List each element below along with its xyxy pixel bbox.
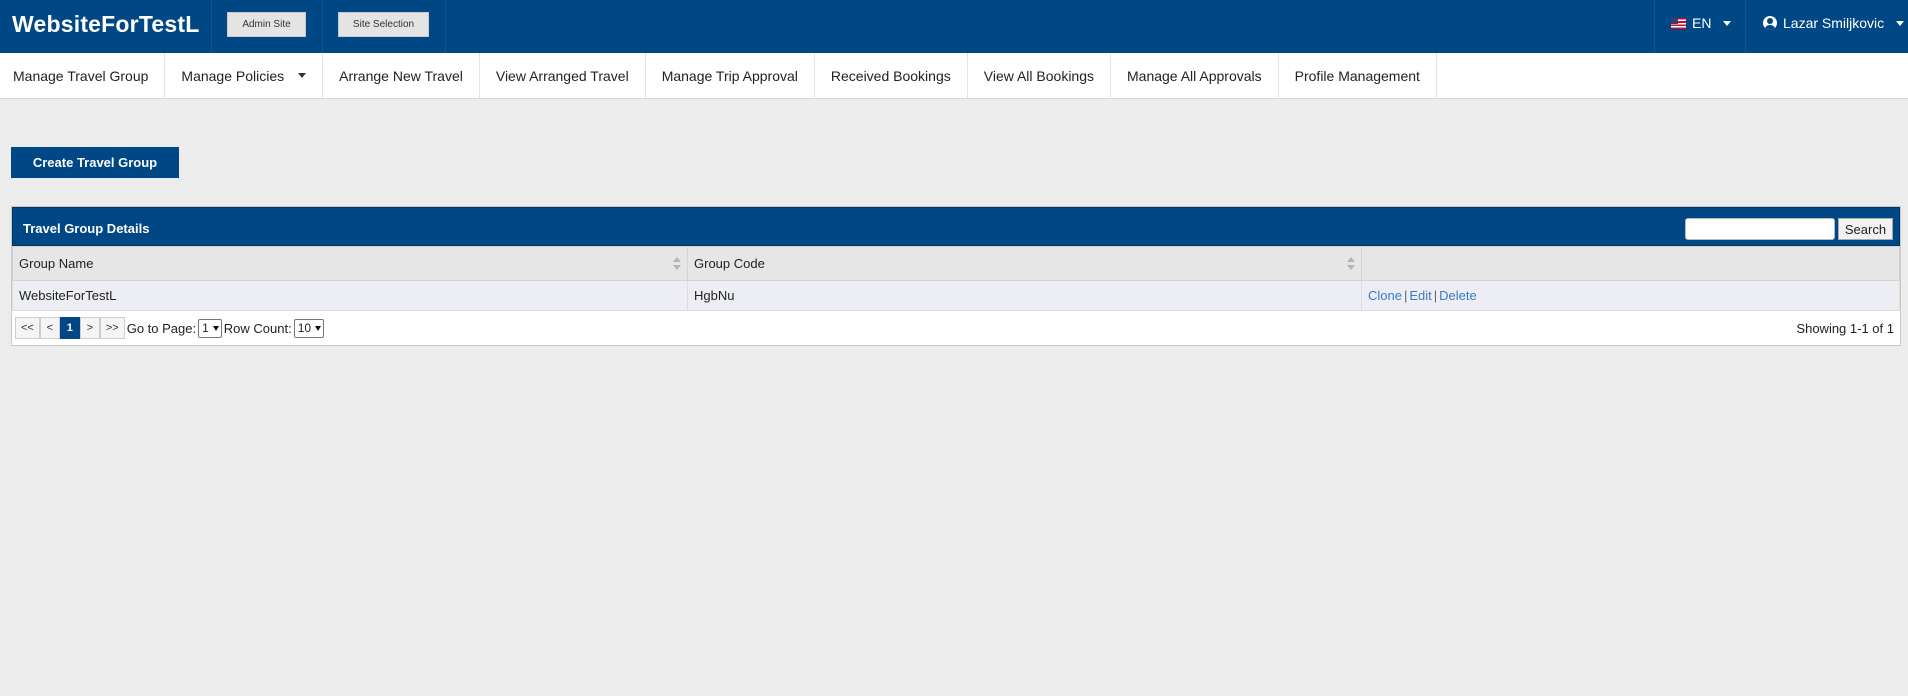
column-header-group-code[interactable]: Group Code	[687, 246, 1362, 281]
brand-title[interactable]: WebsiteForTestL	[12, 11, 199, 38]
column-header-group-name[interactable]: Group Name	[12, 246, 688, 281]
nav-item-received-bookings[interactable]: Received Bookings	[815, 53, 968, 98]
user-circle-icon	[1763, 16, 1777, 30]
nav-label: Received Bookings	[830, 67, 951, 84]
column-label: Group Name	[19, 256, 94, 271]
nav-label: Manage All Approvals	[1127, 67, 1262, 84]
pagination: << < 1 > >> Go to Page: 1 Row Count: 10	[15, 315, 326, 341]
admin-site-button[interactable]: Admin Site	[227, 12, 306, 37]
chevron-down-icon	[1896, 20, 1905, 26]
row-count-value: 10	[297, 321, 312, 335]
nav-item-manage-travel-group[interactable]: Manage Travel Group	[0, 53, 166, 98]
nav-label: Manage Policies	[181, 67, 285, 84]
nav-item-view-all-bookings[interactable]: View All Bookings	[968, 53, 1111, 98]
travel-group-table: Group Name Group Code WebsiteForTestL Hg…	[12, 246, 1900, 311]
panel-header: Travel Group Details Search	[12, 207, 1900, 246]
caret-down-icon	[298, 73, 307, 78]
nav-label: View All Bookings	[983, 67, 1094, 84]
header-divider	[1654, 0, 1655, 53]
column-label: Group Code	[694, 256, 765, 271]
nav-label: Manage Trip Approval	[661, 67, 798, 84]
nav-item-profile-management[interactable]: Profile Management	[1279, 53, 1437, 98]
site-selection-button[interactable]: Site Selection	[338, 12, 429, 37]
nav-label: Manage Travel Group	[13, 67, 149, 84]
table-row: WebsiteForTestL HgbNu Clone | Edit | Delete	[12, 280, 1900, 311]
prev-page-button[interactable]: <	[39, 317, 60, 339]
edit-link[interactable]: Edit	[1409, 288, 1431, 303]
row-count-select[interactable]: 10	[293, 318, 325, 338]
header-divider	[322, 0, 323, 53]
sort-icon[interactable]	[1347, 257, 1355, 271]
header-divider	[445, 0, 446, 53]
page-select-value: 1	[202, 321, 209, 335]
showing-count: Showing 1-1 of 1	[1796, 321, 1894, 336]
cell-group-code: HgbNu	[687, 280, 1362, 311]
chevron-down-icon	[212, 325, 219, 331]
panel-title: Travel Group Details	[23, 221, 150, 236]
page-1-button[interactable]: 1	[59, 317, 80, 339]
nav-item-manage-policies[interactable]: Manage Policies	[165, 53, 324, 98]
header-divider	[211, 0, 212, 53]
go-to-page-label: Go to Page:	[126, 320, 197, 336]
last-page-button[interactable]: >>	[99, 317, 125, 339]
nav-item-manage-trip-approval[interactable]: Manage Trip Approval	[646, 53, 815, 98]
clone-link[interactable]: Clone	[1368, 288, 1402, 303]
travel-group-panel: Travel Group Details Search Group Name G…	[11, 206, 1901, 346]
chevron-down-icon	[1723, 20, 1732, 26]
us-flag-icon	[1671, 17, 1686, 29]
next-page-button[interactable]: >	[79, 317, 100, 339]
search-button[interactable]: Search	[1838, 218, 1893, 240]
chevron-down-icon	[315, 325, 322, 331]
cell-group-name: WebsiteForTestL	[12, 280, 688, 311]
language-label: EN	[1692, 15, 1712, 31]
delete-link[interactable]: Delete	[1439, 288, 1477, 303]
top-header: WebsiteForTestL Admin Site Site Selectio…	[0, 0, 1908, 53]
search-input[interactable]	[1685, 218, 1835, 240]
nav-item-manage-all-approvals[interactable]: Manage All Approvals	[1111, 53, 1279, 98]
first-page-button[interactable]: <<	[15, 317, 40, 339]
create-travel-group-button[interactable]: Create Travel Group	[11, 147, 179, 178]
nav-label: Profile Management	[1294, 67, 1420, 84]
nav-label: View Arranged Travel	[495, 67, 629, 84]
page-select[interactable]: 1	[198, 318, 222, 338]
user-name: Lazar Smiljkovic	[1783, 15, 1885, 31]
cell-actions: Clone | Edit | Delete	[1361, 280, 1900, 311]
nav-item-arrange-new-travel[interactable]: Arrange New Travel	[323, 53, 480, 98]
header-divider	[1745, 0, 1746, 53]
row-count-label: Row Count:	[223, 320, 292, 336]
language-selector[interactable]: EN	[1671, 15, 1732, 31]
sort-icon[interactable]	[673, 257, 681, 271]
user-menu[interactable]: Lazar Smiljkovic	[1763, 15, 1905, 31]
column-header-actions	[1361, 246, 1900, 281]
main-nav: Manage Travel Group Manage Policies Arra…	[0, 53, 1908, 99]
nav-label: Arrange New Travel	[339, 67, 463, 84]
nav-item-view-arranged-travel[interactable]: View Arranged Travel	[480, 53, 646, 98]
